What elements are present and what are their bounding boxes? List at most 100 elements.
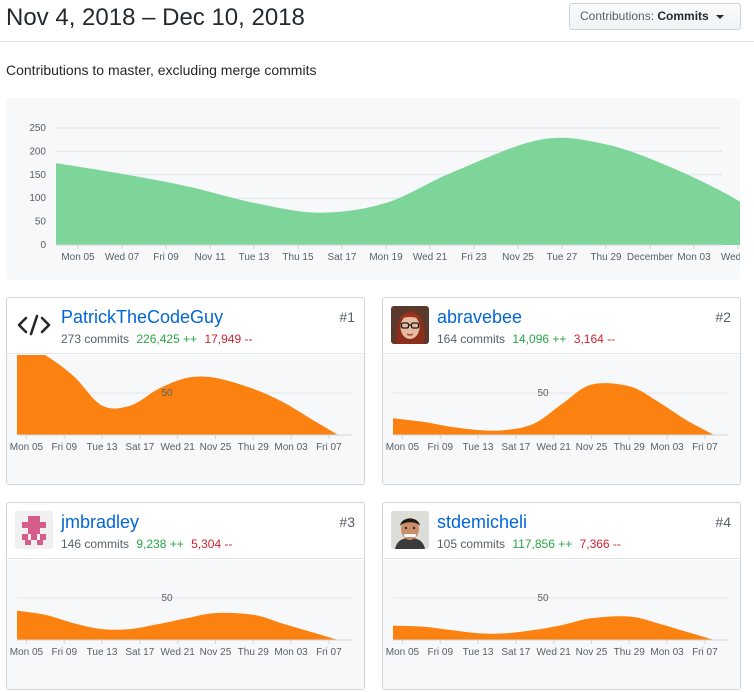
avatar[interactable] xyxy=(391,511,429,549)
contributor-username[interactable]: PatrickTheCodeGuy xyxy=(61,307,223,328)
commit-count: 105 commits xyxy=(437,537,506,551)
x-tick-label: Fri 07 xyxy=(316,442,342,453)
y-tick-label: 50 xyxy=(537,593,549,604)
identicon-icon[interactable] xyxy=(15,511,53,549)
code-icon xyxy=(15,306,53,344)
commit-count: 164 commits xyxy=(437,332,506,346)
deletions-count: 5,304 -- xyxy=(191,537,233,551)
contributor-username[interactable]: abravebee xyxy=(437,307,522,328)
x-tick-label: Fri 09 xyxy=(427,442,453,453)
x-tick-label: Thu 29 xyxy=(590,252,622,263)
contributor-chart-svg: 50 Mon 05 Fri 09 Tue 13 Sat 17 Wed 21 Nov 25 Th… xyxy=(386,383,728,453)
contributor-chart: 50 Mon 05 Fri 09 Tue 13 Sat 17 Wed 21 Nov 25 Th… xyxy=(383,560,740,689)
x-tick-label: Tue 13 xyxy=(239,252,270,263)
x-tick-label: Fri 07 xyxy=(692,442,718,453)
header: Nov 4, 2018 – Dec 10, 2018 Contributions… xyxy=(0,0,754,42)
x-tick-label: Wed 21 xyxy=(537,647,572,658)
contributor-stats: 164 commits 14,096 ++ 3,164 -- xyxy=(437,332,615,346)
x-tick-label: Mon 05 xyxy=(10,442,44,453)
x-tick-label: Thu 15 xyxy=(282,252,314,263)
x-tick-label: December xyxy=(627,252,674,263)
contributor-card-2: abravebee 164 commits 14,096 ++ 3,164 --… xyxy=(382,297,741,485)
x-tick-label: Sat 17 xyxy=(501,442,530,453)
contributions-dropdown-button[interactable]: Contributions: Commits xyxy=(569,3,741,30)
card-header: abravebee 164 commits 14,096 ++ 3,164 --… xyxy=(383,298,740,354)
y-tick-label: 250 xyxy=(29,123,46,134)
additions-count: 226,425 ++ xyxy=(136,332,198,346)
contributor-username[interactable]: stdemicheli xyxy=(437,512,527,533)
deletions-count: 3,164 -- xyxy=(573,332,616,346)
x-tick-label: Tue 13 xyxy=(87,442,118,453)
x-tick-label: Tue 13 xyxy=(463,647,494,658)
chart-subtitle: Contributions to master, excluding merge… xyxy=(6,62,317,78)
date-range-title: Nov 4, 2018 – Dec 10, 2018 xyxy=(6,4,305,31)
contributor-card-1: PatrickTheCodeGuy 273 commits 226,425 ++… xyxy=(6,297,365,485)
x-tick-label: Wed 05 xyxy=(721,252,740,263)
y-tick-label: 50 xyxy=(537,388,549,399)
x-tick-label: Mon 03 xyxy=(274,647,308,658)
x-tick-label: Mon 03 xyxy=(650,442,684,453)
contributions-label: Contributions: xyxy=(580,9,655,23)
x-tick-label: Sat 17 xyxy=(501,647,530,658)
contributor-card-4: stdemicheli 105 commits 117,856 ++ 7,366… xyxy=(382,502,741,690)
x-tick-label: Mon 19 xyxy=(369,252,403,263)
x-tick-label: Sat 17 xyxy=(125,647,154,658)
contributor-chart-svg: 50 Mon 05 Fri 09 Tue 13 Sat 17 Wed 21 Nov 25 Th… xyxy=(10,593,352,658)
contributor-chart: 50 Mon 05 Fri 09 Tue 13 Sat 17 Wed 21 Nov 25 Th… xyxy=(7,560,364,689)
commits-area xyxy=(17,610,339,640)
contributor-chart-svg: 50 Mon 05 Fri 09 Tue 13 Sat 17 Wed 21 Nov 25 Th… xyxy=(10,355,352,453)
x-tick-label: Wed 21 xyxy=(161,647,196,658)
x-tick-label: Nov 25 xyxy=(200,442,232,453)
contributor-card-3: jmbradley 146 commits 9,238 ++ 5,304 -- … xyxy=(6,502,365,690)
x-tick-label: Mon 05 xyxy=(61,252,95,263)
x-tick-label: Tue 13 xyxy=(463,442,494,453)
x-tick-label: Sat 17 xyxy=(125,442,154,453)
contributor-chart-svg: 50 Mon 05 Fri 09 Tue 13 Sat 17 Wed 21 Nov 25 Th… xyxy=(386,593,728,658)
card-header: PatrickTheCodeGuy 273 commits 226,425 ++… xyxy=(7,298,364,354)
x-tick-label: Fri 07 xyxy=(316,647,342,658)
x-tick-label: Mon 03 xyxy=(677,252,711,263)
x-tick-label: Fri 09 xyxy=(51,442,77,453)
commit-count: 146 commits xyxy=(61,537,130,551)
main-chart-svg: 0 50 100 150 200 250 Mon 05 Wed 07 Fri 09 Nov 11 T… xyxy=(29,123,740,263)
contributor-username[interactable]: jmbradley xyxy=(61,512,139,533)
x-tick-label: Thu 29 xyxy=(614,442,646,453)
x-tick-label: Fri 07 xyxy=(692,647,718,658)
commits-area xyxy=(56,137,740,245)
x-tick-label: Fri 09 xyxy=(51,647,77,658)
x-tick-label: Mon 05 xyxy=(10,647,44,658)
x-tick-label: Nov 25 xyxy=(200,647,232,658)
x-tick-label: Nov 11 xyxy=(195,252,226,263)
deletions-count: 17,949 -- xyxy=(204,332,253,346)
avatar[interactable] xyxy=(391,306,429,344)
commits-area xyxy=(393,616,715,640)
x-tick-label: Tue 13 xyxy=(87,647,118,658)
x-tick-label: Fri 09 xyxy=(427,647,453,658)
contributor-rank: #4 xyxy=(715,514,731,530)
x-tick-label: Mon 05 xyxy=(386,442,420,453)
contributor-stats: 273 commits 226,425 ++ 17,949 -- xyxy=(61,332,252,346)
additions-count: 14,096 ++ xyxy=(512,332,567,346)
contributor-rank: #3 xyxy=(339,514,355,530)
contributor-rank: #2 xyxy=(715,309,731,325)
commits-area xyxy=(17,355,339,435)
commits-area xyxy=(393,383,715,435)
main-contributions-chart: 0 50 100 150 200 250 Mon 05 Wed 07 Fri 09 Nov 11 T… xyxy=(6,98,740,280)
x-tick-label: Thu 29 xyxy=(614,647,646,658)
y-tick-label: 50 xyxy=(161,388,173,399)
caret-down-icon xyxy=(716,14,725,19)
x-tick-label: Mon 05 xyxy=(386,647,420,658)
x-tick-label: Nov 25 xyxy=(576,442,608,453)
x-tick-label: Wed 21 xyxy=(537,442,572,453)
x-tick-label: Thu 29 xyxy=(238,647,270,658)
y-tick-label: 100 xyxy=(29,193,46,204)
y-tick-label: 50 xyxy=(161,593,173,604)
x-tick-label: Tue 27 xyxy=(547,252,578,263)
card-header: stdemicheli 105 commits 117,856 ++ 7,366… xyxy=(383,503,740,559)
x-tick-label: Sat 17 xyxy=(328,252,357,263)
y-tick-label: 200 xyxy=(29,146,46,157)
x-tick-label: Nov 25 xyxy=(502,252,534,263)
contributor-stats: 146 commits 9,238 ++ 5,304 -- xyxy=(61,537,232,551)
deletions-count: 7,366 -- xyxy=(579,537,621,551)
additions-count: 9,238 ++ xyxy=(136,537,184,551)
